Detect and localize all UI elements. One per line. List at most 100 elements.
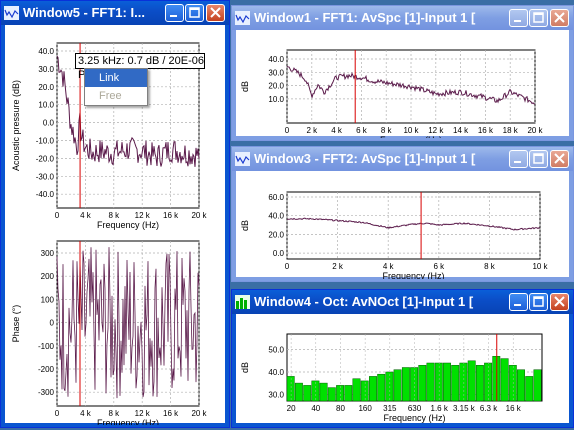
window4[interactable]: Window4 - Oct: AvNOct [1]-Input 1 [ 50.0… <box>231 289 574 428</box>
y-tick-label: 20.0 <box>268 82 284 91</box>
y-tick-label: -100 <box>38 342 55 351</box>
minimize-button[interactable] <box>509 9 528 27</box>
y-tick-label: 0.0 <box>273 249 285 258</box>
x-tick-label: 12 k <box>135 211 151 220</box>
y-tick-label: 40.0 <box>268 212 284 221</box>
close-button[interactable] <box>550 150 569 168</box>
maximize-button[interactable] <box>185 4 204 22</box>
window1[interactable]: Window1 - FFT1: AvSpc [1]-Input 1 [ 40.0… <box>231 5 574 145</box>
octave-bar <box>319 382 328 402</box>
x-tick-label: 20 k <box>191 409 207 418</box>
x-tick-label: 10 k <box>532 262 548 271</box>
octave-bar <box>451 365 460 402</box>
cursor-readout-tooltip: 3.25 kHz: 0.7 dB / 20E-06 Pa <box>75 53 205 81</box>
maximize-button[interactable] <box>529 293 548 311</box>
x-tick-label: 10 k <box>403 126 419 135</box>
y-tick-label: 40.0 <box>268 55 284 64</box>
octave-bar <box>410 367 419 402</box>
octave-bar <box>434 362 443 402</box>
close-button[interactable] <box>550 9 569 27</box>
x-axis-label: Frequency (Hz) <box>383 413 445 423</box>
window4-chart: 50.0 40.0 30.020 40 80 160 315 630 1.6 k 3.15 k 6.… <box>240 333 543 423</box>
y-tick-label: 20.0 <box>268 230 284 239</box>
x-axis-label: Frequency (Hz) <box>382 271 444 279</box>
maximize-button[interactable] <box>529 150 548 168</box>
window1-titlebar[interactable]: Window1 - FFT1: AvSpc [1]-Input 1 [ <box>232 6 573 30</box>
y-tick-label: -300 <box>38 388 55 397</box>
y-tick-label: 60.0 <box>268 193 284 202</box>
octave-bar <box>467 360 476 402</box>
y-tick-label: -10.0 <box>36 137 55 146</box>
octave-bar <box>484 362 493 402</box>
octave-bar <box>385 371 394 402</box>
y-tick-label: 40.0 <box>38 47 54 56</box>
menu-item-free[interactable]: Free <box>85 87 147 105</box>
x-tick-label: 20 k <box>191 211 207 220</box>
octave-bar <box>294 382 303 402</box>
octave-bar <box>327 387 336 402</box>
window-title: Window3 - FFT2: AvSpc [1]-Input 1 [ <box>254 151 476 166</box>
y-tick-label: -30.0 <box>36 172 55 181</box>
y-axis-label: dB <box>240 362 250 373</box>
window5[interactable]: Window5 - FFT1: I... 40.0 30.0 20.0 10.0 0.0… <box>0 0 230 428</box>
x-tick-label: 20 k <box>527 126 543 135</box>
x-tick-label: 0 <box>285 262 290 271</box>
maximize-button[interactable] <box>529 9 548 27</box>
octave-bar <box>303 385 312 402</box>
window3-chart: 60.0 40.0 20.0 0.00 2 k 4 k 6 k 8 k 10 k Frequenc… <box>240 191 549 281</box>
window3-content: 60.0 40.0 20.0 0.0 0 2 k 4 k 6 k 8 k 10 k Frequenc… <box>236 171 569 281</box>
x-tick-label: 160 <box>358 404 372 413</box>
x-tick-label: 40 <box>311 404 320 413</box>
y-tick-label: 40.0 <box>268 368 284 377</box>
context-menu: Link Free <box>84 68 148 106</box>
y-tick-label: 200 <box>41 272 55 281</box>
y-tick-label: 100 <box>41 295 55 304</box>
bar-chart-app-icon <box>235 295 250 309</box>
x-tick-label: 6 k <box>356 126 368 135</box>
close-button[interactable] <box>206 4 225 22</box>
x-tick-label: 8 k <box>108 409 120 418</box>
x-tick-label: 2 k <box>306 126 318 135</box>
window5-content: 40.0 30.0 20.0 10.0 0.0 -10.0 -20.0 -30.0 -40.0 0… <box>5 25 225 428</box>
y-tick-label: 10.0 <box>268 95 284 104</box>
window-title: Window5 - FFT1: I... <box>23 5 145 20</box>
x-tick-label: 16 k <box>163 409 179 418</box>
octave-bar <box>508 365 517 402</box>
y-tick-label: 20.0 <box>38 83 54 92</box>
y-tick-label: 300 <box>41 249 55 258</box>
octave-bar <box>336 385 345 402</box>
x-axis-label: Frequency (Hz) <box>97 220 159 230</box>
octave-bar <box>426 362 435 402</box>
octave-bar <box>360 380 369 402</box>
x-tick-label: 12 k <box>428 126 444 135</box>
x-axis-label: Frequency (Hz) <box>380 135 442 138</box>
window4-content: 50.0 40.0 30.0 20 40 80 160 315 630 1.6 k 3.15 k 6.… <box>236 314 569 423</box>
x-tick-label: 18 k <box>503 126 519 135</box>
x-tick-label: 14 k <box>453 126 469 135</box>
menu-item-link[interactable]: Link <box>85 69 147 87</box>
x-tick-label: 4 k <box>80 211 92 220</box>
x-tick-label: 315 <box>383 404 397 413</box>
x-tick-label: 8 k <box>108 211 120 220</box>
x-tick-label: 6.3 k <box>480 404 498 413</box>
minimize-button[interactable] <box>509 293 528 311</box>
y-tick-label: 30.0 <box>268 390 284 399</box>
window1-chart: 40.0 30.0 20.0 10.0 0 2 k 4 k 6 k 8 k 10 k 12 k 14 … <box>240 49 544 145</box>
y-tick-label: 0.0 <box>43 119 55 128</box>
window3-titlebar[interactable]: Window3 - FFT2: AvSpc [1]-Input 1 [ <box>232 147 573 171</box>
y-tick-label: -200 <box>38 365 55 374</box>
x-tick-label: 3.15 k <box>453 404 476 413</box>
x-tick-label: 8 k <box>381 126 393 135</box>
x-tick-label: 12 k <box>135 409 151 418</box>
octave-bar <box>311 380 320 402</box>
close-button[interactable] <box>550 293 569 311</box>
x-tick-label: 2 k <box>332 262 344 271</box>
window4-titlebar[interactable]: Window4 - Oct: AvNOct [1]-Input 1 [ <box>232 290 573 314</box>
minimize-button[interactable] <box>165 4 184 22</box>
minimize-button[interactable] <box>509 150 528 168</box>
window3[interactable]: Window3 - FFT2: AvSpc [1]-Input 1 [ 60.0… <box>231 146 574 282</box>
octave-bar <box>401 367 410 402</box>
octave-bar <box>525 376 534 402</box>
window5-titlebar[interactable]: Window5 - FFT1: I... <box>1 1 229 25</box>
octave-bar <box>443 362 451 402</box>
